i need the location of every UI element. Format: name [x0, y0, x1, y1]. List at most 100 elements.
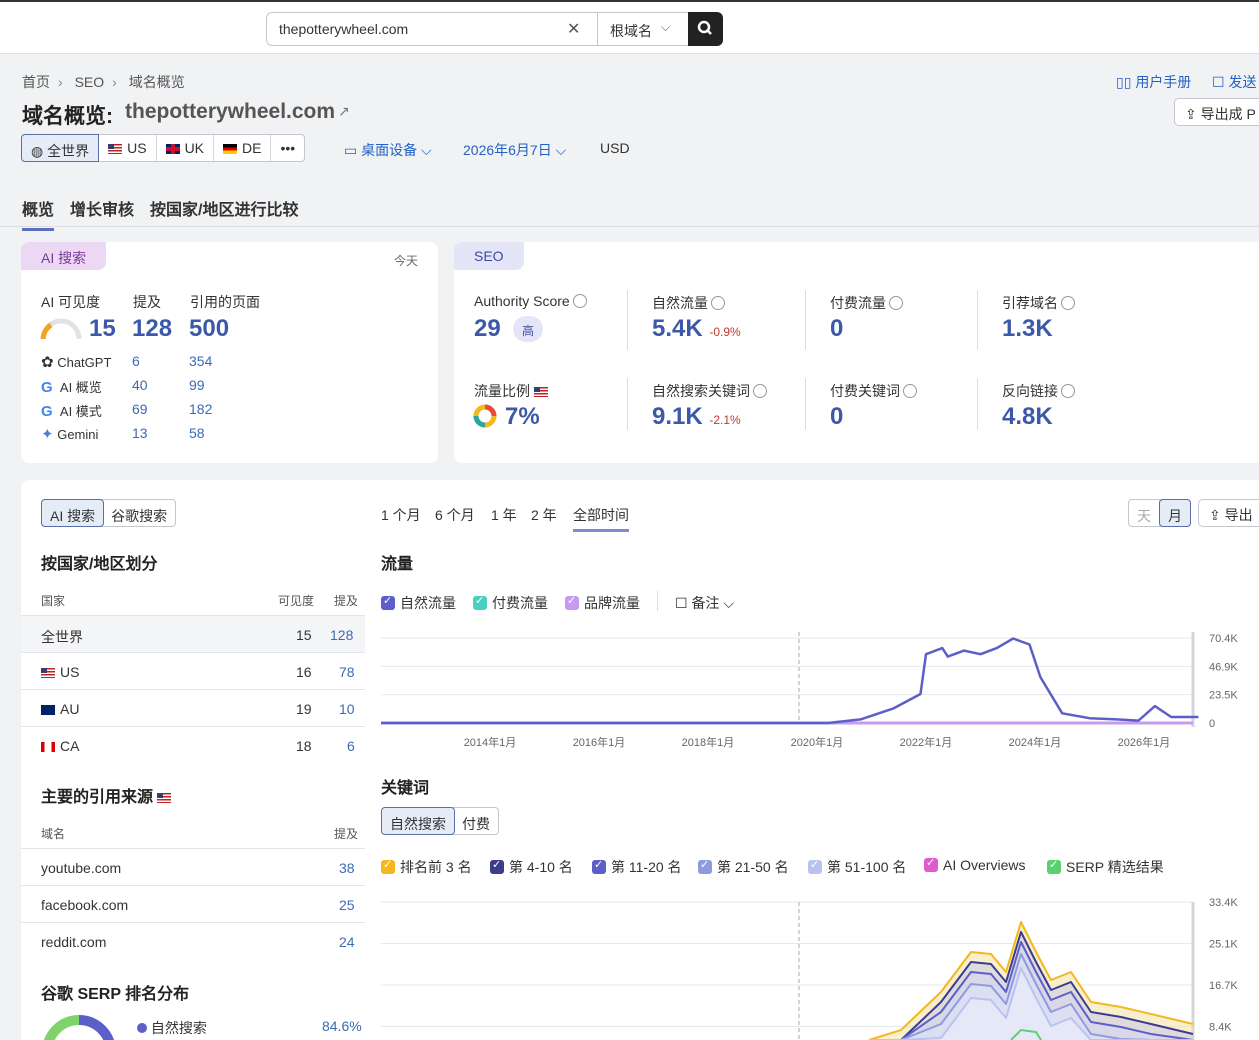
traffic-chart[interactable]: 70.4K 46.9K 23.5K 0 2014年1月 2016年1月 2018年1月 202… — [381, 626, 1259, 752]
table-row[interactable]: youtube.com 38 — [21, 848, 365, 885]
source-mentions[interactable]: 25 — [339, 897, 355, 913]
cited-pages-value[interactable]: 500 — [189, 315, 229, 343]
info-icon[interactable] — [1061, 384, 1075, 398]
source-domain[interactable]: youtube.com — [41, 860, 121, 876]
country-name: CA — [41, 738, 79, 754]
legend-brand-traffic[interactable]: 品牌流量 — [565, 593, 640, 613]
user-manual-link[interactable]: ▯▯ 用户手册 — [1116, 72, 1191, 92]
organic-keywords-value[interactable]: 9.1K -2.1% — [652, 403, 741, 431]
legend-ai-overviews[interactable]: AI Overviews — [924, 856, 1025, 873]
country-mentions[interactable]: 78 — [339, 664, 355, 680]
legend-4-10[interactable]: 第 4-10 名 — [490, 857, 573, 877]
more-regions-button[interactable]: ••• — [271, 135, 304, 161]
region-uk[interactable]: UK — [157, 135, 215, 161]
table-row[interactable]: CA 18 6 — [21, 726, 365, 763]
ref-domains-value[interactable]: 1.3K — [1002, 315, 1053, 343]
info-icon[interactable] — [903, 384, 917, 398]
ai-mode-mentions[interactable]: 69 — [132, 401, 148, 417]
breadcrumb-home[interactable]: 首页 — [22, 74, 50, 90]
notes-dropdown[interactable]: ☐ 备注 ⌵ — [675, 593, 734, 613]
granularity-month[interactable]: 月 — [1159, 499, 1191, 527]
info-icon[interactable] — [889, 296, 903, 310]
divider — [805, 290, 806, 350]
gemini-cited[interactable]: 58 — [189, 425, 205, 441]
table-row[interactable]: US 16 78 — [21, 652, 365, 689]
export-pdf-button[interactable]: ⇪ 导出成 P — [1174, 98, 1259, 126]
keywords-chart[interactable]: 33.4K 25.1K 16.7K 8.4K — [381, 892, 1259, 1040]
chatgpt-row: ✿ ChatGPT — [41, 353, 111, 371]
chatgpt-cited[interactable]: 354 — [189, 353, 212, 369]
legend-label: 第 4-10 名 — [509, 859, 573, 875]
legend-serp-features[interactable]: SERP 精选结果 — [1047, 857, 1164, 877]
date-select[interactable]: 2026年6月7日 ⌵ — [463, 140, 566, 160]
ai-visibility-value[interactable]: 15 — [89, 315, 116, 343]
backlinks-value[interactable]: 4.8K — [1002, 403, 1053, 431]
ai-overview-mentions[interactable]: 40 — [132, 377, 148, 393]
us-flag-icon — [108, 144, 123, 154]
info-icon[interactable] — [711, 296, 725, 310]
table-row[interactable]: AU 19 10 — [21, 689, 365, 726]
today-label: 今天 — [394, 254, 419, 268]
chatgpt-mentions[interactable]: 6 — [132, 353, 140, 369]
toggle-ai-search[interactable]: AI 搜索 — [41, 499, 105, 527]
table-row[interactable]: 全世界 15 128 — [21, 615, 365, 652]
search-input[interactable]: thepotterywheel.com — [279, 21, 408, 37]
ai-overview-cited[interactable]: 99 — [189, 377, 205, 393]
device-select[interactable]: ▭ 桌面设备 ⌵ — [344, 140, 432, 160]
info-icon[interactable] — [572, 294, 587, 308]
domain-search[interactable]: thepotterywheel.com ✕ 根域名 ⌵ — [266, 12, 723, 46]
mentions-value[interactable]: 128 — [132, 315, 172, 343]
table-row[interactable]: reddit.com 24 — [21, 922, 365, 959]
source-domain[interactable]: reddit.com — [41, 934, 106, 950]
external-link-icon[interactable]: ↗ — [338, 103, 350, 120]
range-1-year[interactable]: 1 年 — [491, 505, 517, 525]
legend-21-50[interactable]: 第 21-50 名 — [698, 857, 789, 877]
toggle-paid[interactable]: 付费 — [454, 808, 498, 834]
legend-organic-traffic[interactable]: 自然流量 — [381, 593, 456, 613]
range-all-time[interactable]: 全部时间 — [573, 505, 629, 532]
clear-icon[interactable]: ✕ — [567, 19, 580, 39]
chart-export-button[interactable]: ⇪ 导出 — [1198, 499, 1259, 527]
region-us[interactable]: US — [99, 135, 157, 161]
legend-label: 付费流量 — [492, 595, 548, 611]
region-worldwide[interactable]: ◍ 全世界 — [21, 134, 100, 162]
chevron-down-icon[interactable]: ⌵ — [661, 20, 670, 35]
legend-top3[interactable]: 排名前 3 名 — [381, 857, 472, 877]
ref-domains-label: 引荐域名 — [1002, 293, 1075, 313]
info-icon[interactable] — [1061, 296, 1075, 310]
country-visibility: 15 — [296, 627, 312, 643]
ca-flag-icon — [41, 742, 55, 752]
table-row[interactable]: facebook.com 25 — [21, 885, 365, 922]
region-de[interactable]: DE — [214, 135, 272, 161]
country-mentions[interactable]: 128 — [330, 627, 353, 643]
source-mentions[interactable]: 24 — [339, 934, 355, 950]
breadcrumb-seo[interactable]: SEO — [75, 74, 105, 90]
toggle-google-search[interactable]: 谷歌搜索 — [103, 500, 175, 526]
search-scope-select[interactable]: 根域名 — [610, 21, 652, 41]
country-mentions[interactable]: 10 — [339, 701, 355, 717]
ai-overview-row: G AI 概览 — [41, 377, 102, 396]
legend-51-100[interactable]: 第 51-100 名 — [808, 857, 906, 877]
paid-traffic-value[interactable]: 0 — [830, 315, 843, 343]
range-1-month[interactable]: 1 个月 — [381, 505, 421, 525]
paid-keywords-value[interactable]: 0 — [830, 403, 843, 431]
source-domain[interactable]: facebook.com — [41, 897, 128, 913]
source-mentions[interactable]: 38 — [339, 860, 355, 876]
send-feedback-link[interactable]: ☐ 发送 — [1212, 72, 1256, 92]
toggle-organic[interactable]: 自然搜索 — [381, 807, 455, 835]
traffic-share-value[interactable]: 7% — [505, 403, 540, 431]
gemini-mentions[interactable]: 13 — [132, 425, 148, 441]
authority-score-value[interactable]: 29 — [474, 315, 501, 343]
divider — [805, 378, 806, 430]
range-2-years[interactable]: 2 年 — [531, 505, 557, 525]
range-6-months[interactable]: 6 个月 — [435, 505, 475, 525]
traffic-share-donut-icon — [473, 404, 497, 428]
organic-traffic-value[interactable]: 5.4K -0.9% — [652, 315, 741, 343]
search-button[interactable] — [688, 12, 723, 46]
legend-11-20[interactable]: 第 11-20 名 — [592, 857, 682, 877]
granularity-day[interactable]: 天 — [1129, 500, 1160, 526]
ai-mode-cited[interactable]: 182 — [189, 401, 212, 417]
info-icon[interactable] — [753, 384, 767, 398]
country-mentions[interactable]: 6 — [347, 738, 355, 754]
legend-paid-traffic[interactable]: 付费流量 — [473, 593, 548, 613]
